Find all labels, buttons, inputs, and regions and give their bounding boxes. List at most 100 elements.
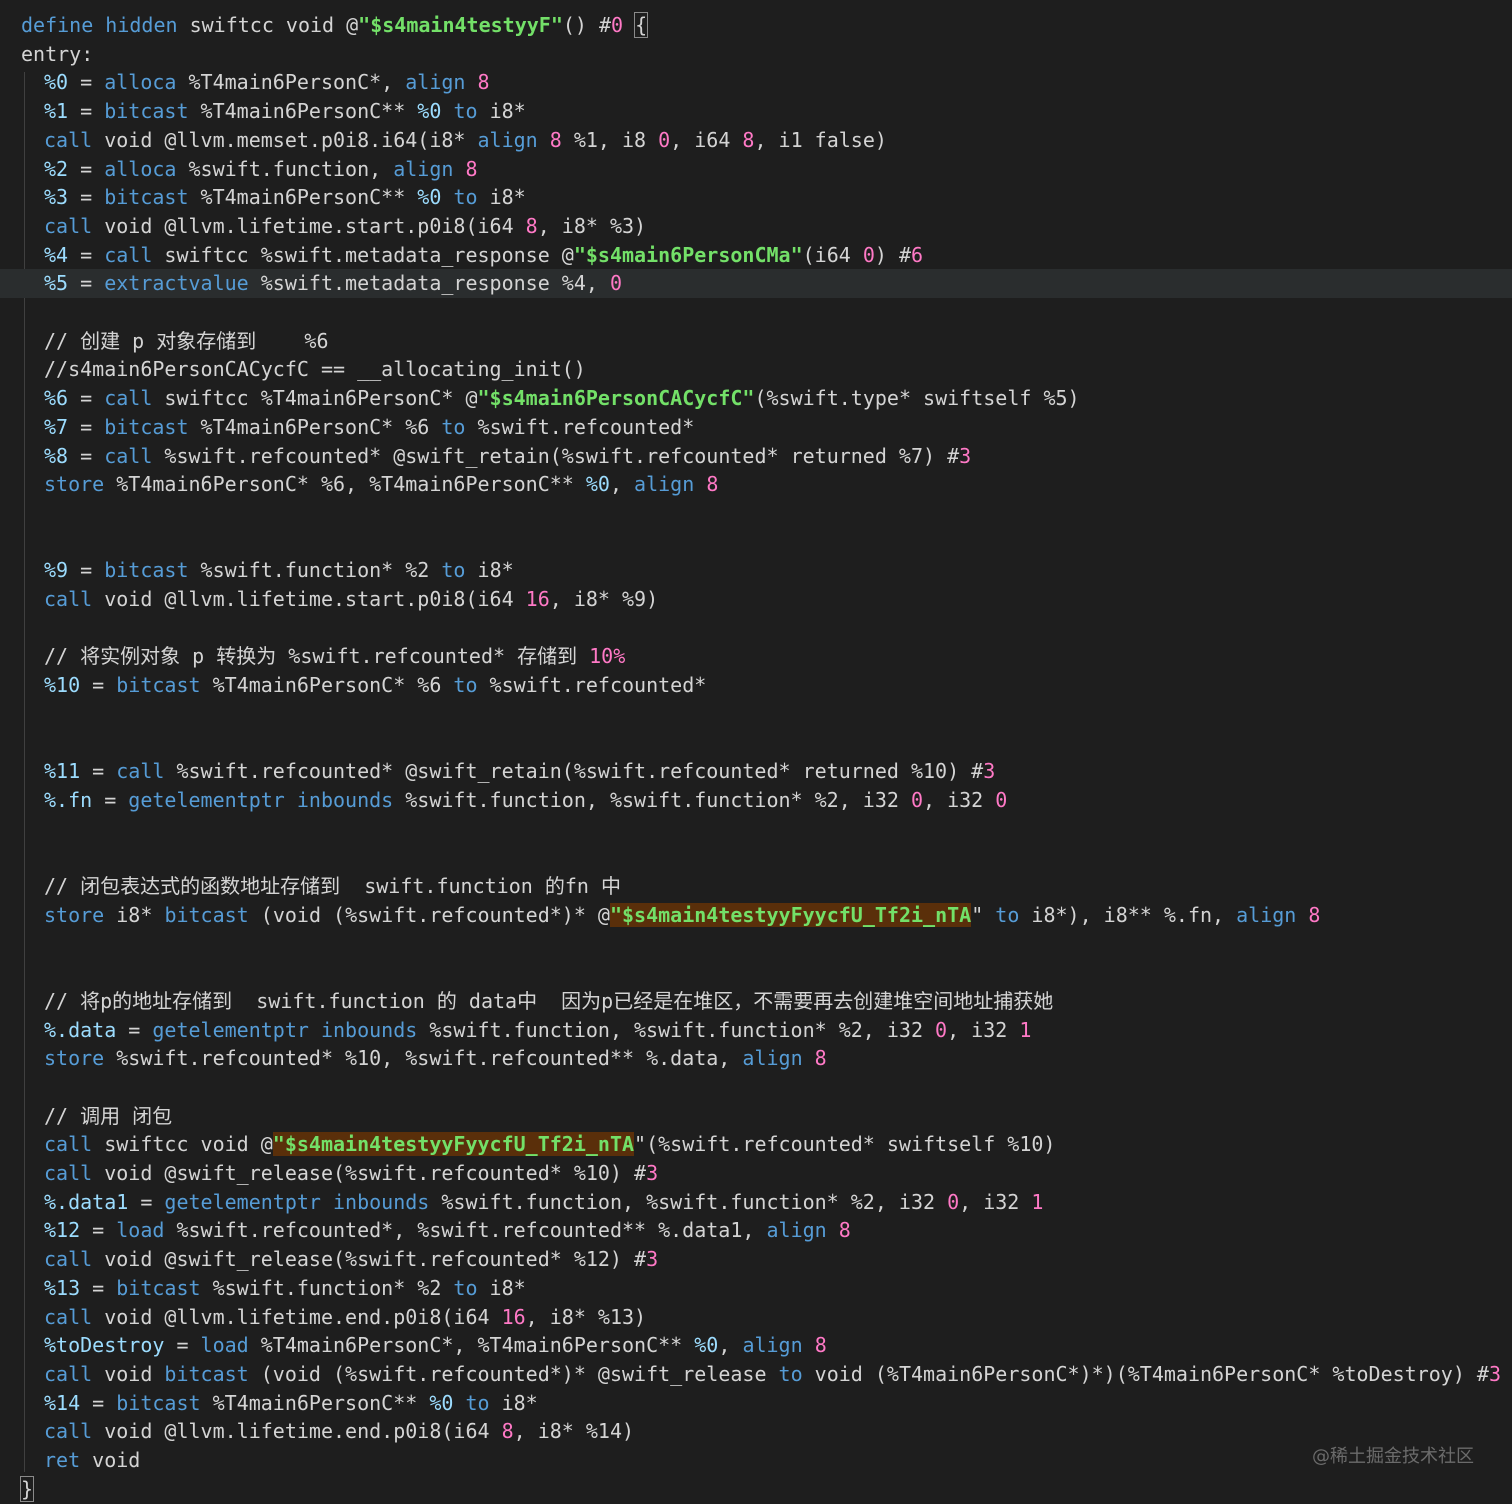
code-line[interactable]: %.data = getelementptr inbounds %swift.f… — [0, 1016, 1512, 1045]
code-token: to — [453, 185, 478, 210]
code-token: "$s4main6PersonCACycfC" — [477, 386, 755, 411]
code-line[interactable]: %14 = bitcast %T4main6PersonC** %0 to i8… — [0, 1389, 1512, 1418]
code-token: align — [405, 70, 466, 95]
code-token: call — [44, 127, 93, 152]
code-token: 8 — [814, 1046, 827, 1071]
code-token: 0 — [935, 1017, 948, 1042]
code-line[interactable]: call void @llvm.lifetime.start.p0i8(i64 … — [0, 585, 1512, 614]
code-token: , i8* %9) — [549, 587, 659, 611]
code-line[interactable]: // 闭包表达式的函数地址存储到 swift.function 的fn 中 — [0, 872, 1512, 901]
code-token: , i8* %13) — [525, 1304, 647, 1329]
code-line[interactable]: call void @swift_release(%swift.refcount… — [0, 1159, 1512, 1188]
code-token: 3 — [646, 1247, 659, 1272]
code-line[interactable]: call void @llvm.lifetime.start.p0i8(i64 … — [0, 212, 1512, 241]
code-line[interactable]: // 调用 闭包 — [0, 1102, 1512, 1131]
code-token: ret — [44, 1448, 81, 1472]
code-line[interactable]: entry: — [0, 40, 1512, 69]
code-line[interactable]: // 创建 p 对象存储到 %6 — [0, 327, 1512, 356]
code-line[interactable]: %11 = call %swift.refcounted* @swift_ret… — [0, 757, 1512, 786]
code-token: %.data1 — [44, 1189, 129, 1214]
code-token: } — [19, 1475, 35, 1502]
code-token: = — [80, 673, 117, 698]
code-editor[interactable]: define hidden swiftcc void @"$s4main4tes… — [0, 0, 1512, 1504]
code-token: , i64 — [670, 127, 743, 152]
watermark: @稀土掘金技术社区 — [1312, 1446, 1474, 1467]
code-token: %swift.refcounted* @swift_retain(%swift.… — [152, 443, 960, 468]
code-token: " — [971, 902, 996, 927]
code-line[interactable]: %.fn = getelementptr inbounds %swift.fun… — [0, 786, 1512, 815]
code-token: void @llvm.lifetime.start.p0i8(i64 — [92, 213, 526, 238]
code-token: %T4main6PersonC** — [200, 1390, 430, 1415]
code-token: 8 — [549, 127, 562, 152]
code-token: %7 — [44, 414, 69, 439]
code-token: to — [778, 1361, 803, 1386]
code-line[interactable]: store %swift.refcounted* %10, %swift.ref… — [0, 1044, 1512, 1073]
code-token: %T4main6PersonC* %6, %T4main6PersonC** — [104, 472, 586, 497]
code-token: alloca — [104, 156, 177, 181]
code-line[interactable]: %0 = alloca %T4main6PersonC*, align 8 — [0, 68, 1512, 97]
code-line[interactable]: %3 = bitcast %T4main6PersonC** %0 to i8* — [0, 183, 1512, 212]
code-token: // 将实例对象 p 转换为 %swift.refcounted* 存储到 — [44, 644, 590, 669]
code-line[interactable]: %.data1 = getelementptr inbounds %swift.… — [0, 1188, 1512, 1217]
code-token: 8 — [742, 127, 755, 152]
code-token: call — [104, 242, 153, 267]
code-token: load — [200, 1333, 249, 1358]
code-line[interactable]: // 将实例对象 p 转换为 %swift.refcounted* 存储到 10… — [0, 642, 1512, 671]
code-line[interactable]: %8 = call %swift.refcounted* @swift_reta… — [0, 442, 1512, 471]
code-line[interactable]: %13 = bitcast %swift.function* %2 to i8* — [0, 1274, 1512, 1303]
code-token: %swift.refcounted*, %swift.refcounted** … — [164, 1218, 767, 1243]
code-line[interactable]: ret void — [0, 1446, 1512, 1475]
code-line[interactable]: call void @llvm.memset.p0i8.i64(i8* alig… — [0, 126, 1512, 155]
code-token: 8 — [1308, 902, 1321, 927]
code-line[interactable]: call void @swift_release(%swift.refcount… — [0, 1245, 1512, 1274]
code-token: %swift.refcounted* @swift_retain(%swift.… — [164, 759, 984, 784]
code-line-current[interactable]: %5 = extractvalue %swift.metadata_respon… — [0, 269, 1512, 299]
code-token: getelementptr inbounds — [152, 1017, 418, 1042]
code-token: = — [92, 787, 129, 812]
code-line[interactable]: %4 = call swiftcc %swift.metadata_respon… — [0, 241, 1512, 270]
code-token: = — [68, 414, 105, 439]
code-token: = — [68, 386, 105, 411]
code-token: bitcast — [116, 673, 201, 698]
code-line[interactable]: call swiftcc void @"$s4main4testyyFyycfU… — [0, 1130, 1512, 1159]
code-line[interactable]: %10 = bitcast %T4main6PersonC* %6 to %sw… — [0, 671, 1512, 700]
code-token: void — [80, 1448, 141, 1472]
code-token: = — [68, 271, 105, 296]
code-token: %swift.function, %swift.function* %2, i3… — [417, 1017, 936, 1042]
code-line[interactable]: // 将p的地址存储到 swift.function 的 data中 因为p已经… — [0, 987, 1512, 1016]
code-token: %0 — [417, 99, 442, 124]
code-token: i8* — [489, 1390, 538, 1415]
code-token: %T4main6PersonC* %6 — [188, 414, 442, 439]
code-line[interactable]: define hidden swiftcc void @"$s4main4tes… — [0, 11, 1512, 40]
code-token: 1 — [1031, 1189, 1044, 1214]
code-line[interactable]: %12 = load %swift.refcounted*, %swift.re… — [0, 1216, 1512, 1245]
code-token: { — [634, 12, 649, 38]
code-line[interactable]: %7 = bitcast %T4main6PersonC* %6 to %swi… — [0, 413, 1512, 442]
code-token: (%swift.type* swiftself %5) — [754, 386, 1080, 411]
code-line[interactable]: //s4main6PersonCACycfC == __allocating_i… — [0, 355, 1512, 384]
code-token: %1 — [44, 99, 69, 124]
code-line[interactable]: } — [0, 1475, 1512, 1504]
code-line[interactable]: store %T4main6PersonC* %6, %T4main6Perso… — [0, 470, 1512, 499]
code-line[interactable]: store i8* bitcast (void (%swift.refcount… — [0, 901, 1512, 930]
code-line[interactable]: %6 = call swiftcc %T4main6PersonC* @"$s4… — [0, 384, 1512, 413]
code-token: call — [44, 587, 93, 611]
code-token: 8 — [814, 1333, 827, 1358]
code-token: i8* — [465, 558, 514, 583]
code-token: "$s4main4testyyF" — [358, 13, 563, 37]
code-token: = — [164, 1333, 201, 1358]
code-line[interactable]: %2 = alloca %swift.function, align 8 — [0, 155, 1512, 184]
code-line[interactable]: call void @llvm.lifetime.end.p0i8(i64 16… — [0, 1303, 1512, 1332]
code-line[interactable]: call void @llvm.lifetime.end.p0i8(i64 8,… — [0, 1417, 1512, 1446]
code-line[interactable]: call void bitcast (void (%swift.refcount… — [0, 1360, 1512, 1389]
code-line[interactable]: %1 = bitcast %T4main6PersonC** %0 to i8* — [0, 97, 1512, 126]
code-line[interactable]: %toDestroy = load %T4main6PersonC*, %T4m… — [0, 1331, 1512, 1360]
code-token: %0 — [44, 70, 69, 95]
code-token: %T4main6PersonC*, %T4main6PersonC** — [248, 1333, 695, 1358]
code-line[interactable]: %9 = bitcast %swift.function* %2 to i8* — [0, 556, 1512, 585]
code-token: 6 — [911, 242, 924, 267]
code-token: 0 — [910, 787, 924, 812]
